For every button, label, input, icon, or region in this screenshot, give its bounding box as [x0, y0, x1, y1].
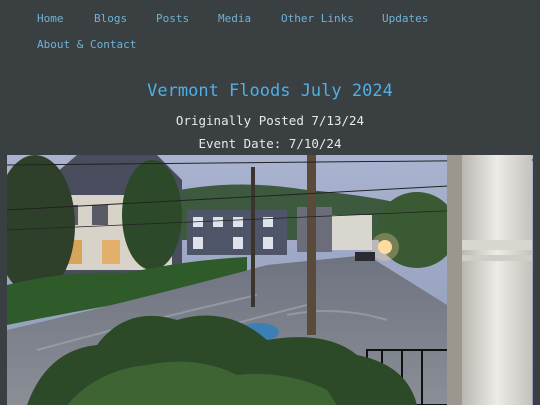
posted-date: Originally Posted 7/13/24 [175, 113, 365, 128]
nav-media-link[interactable]: Media [218, 12, 251, 26]
flood-photo [7, 155, 533, 405]
nav-posts-link[interactable]: Posts [156, 12, 189, 26]
nav-blogs-link[interactable]: Blogs [94, 12, 127, 26]
nav-about-contact-link[interactable]: About & Contact [37, 38, 136, 52]
page: Home Blogs Posts Media Other Links Updat… [0, 0, 540, 405]
page-title: Vermont Floods July 2024 [147, 81, 393, 101]
nav-home-link[interactable]: Home [37, 12, 64, 26]
nav-updates-link[interactable]: Updates [382, 12, 428, 26]
event-date: Event Date: 7/10/24 [198, 136, 342, 151]
nav-other-links-link[interactable]: Other Links [281, 12, 354, 26]
